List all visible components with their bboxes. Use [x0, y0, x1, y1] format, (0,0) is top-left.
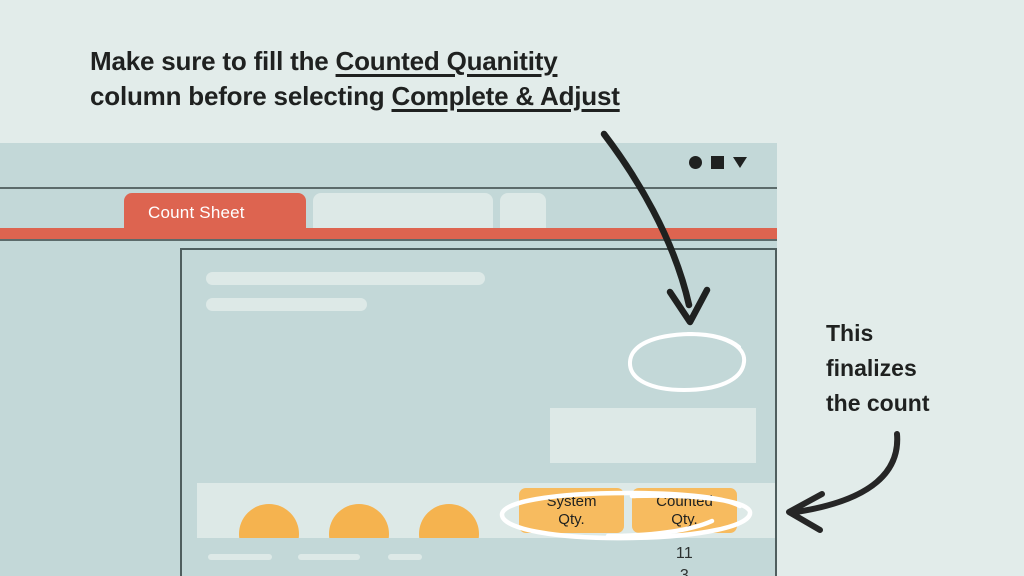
column-header-system-qty[interactable]: System Qty. [519, 488, 624, 533]
avatar [419, 504, 479, 538]
side-annotation-line-3: the count [826, 390, 930, 416]
content-panel: System Qty. Counted Qty. 11 3 200 40 [180, 248, 777, 576]
app-window: Count Sheet System Qty. Counted Qty. 11 … [0, 143, 777, 576]
graphic-stage: Make sure to fill the Counted Quanitity … [0, 0, 1024, 576]
avatar [239, 504, 299, 538]
tab-underline-bar [0, 228, 777, 239]
tab-placeholder-2[interactable] [500, 193, 546, 232]
placeholder-line [208, 554, 272, 560]
placeholder-column [388, 554, 488, 576]
instruction-headline: Make sure to fill the Counted Quanitity … [90, 44, 750, 114]
tab-placeholder-1[interactable] [313, 193, 493, 232]
tab-strip: Count Sheet [0, 189, 777, 232]
tab-count-sheet[interactable]: Count Sheet [124, 193, 306, 232]
window-titlebar [0, 143, 777, 187]
square-icon[interactable] [711, 156, 724, 169]
column-header-counted-qty[interactable]: Counted Qty. [632, 488, 737, 533]
counted-qty-value: 3 [679, 567, 690, 576]
counted-qty-line-1: Counted [656, 492, 713, 510]
window-controls[interactable] [689, 156, 747, 169]
counted-qty-value: 11 [675, 545, 694, 562]
placeholder-line [388, 554, 422, 560]
side-annotation-line-1: This [826, 320, 874, 346]
side-annotation: This finalizes the count [826, 316, 1006, 421]
headline-underlined-counted-quantity: Counted Quanitity [335, 46, 558, 76]
title-placeholder-line-1 [206, 272, 485, 285]
avatar [329, 504, 389, 538]
placeholder-line [298, 554, 360, 560]
placeholder-column [298, 554, 398, 576]
circle-icon[interactable] [689, 156, 702, 169]
placeholder-column [208, 554, 308, 576]
toolbar-divider [0, 239, 777, 241]
arrow-to-complete-button [786, 431, 901, 533]
system-qty-line-2: Qty. [558, 510, 585, 528]
headline-part-1: Make sure to fill the [90, 46, 336, 76]
counted-qty-values: 11 3 200 40 [632, 543, 737, 576]
side-annotation-line-2: finalizes [826, 355, 917, 381]
system-qty-line-1: System [546, 492, 597, 510]
headline-part-2: column before selecting [90, 81, 392, 111]
headline-underlined-complete-adjust: Complete & Adjust [391, 81, 620, 111]
counted-qty-line-2: Qty. [671, 510, 698, 528]
triangle-down-icon[interactable] [733, 157, 747, 168]
tab-count-sheet-label: Count Sheet [148, 202, 245, 222]
summary-card-placeholder [550, 408, 756, 463]
title-placeholder-line-2 [206, 298, 367, 311]
